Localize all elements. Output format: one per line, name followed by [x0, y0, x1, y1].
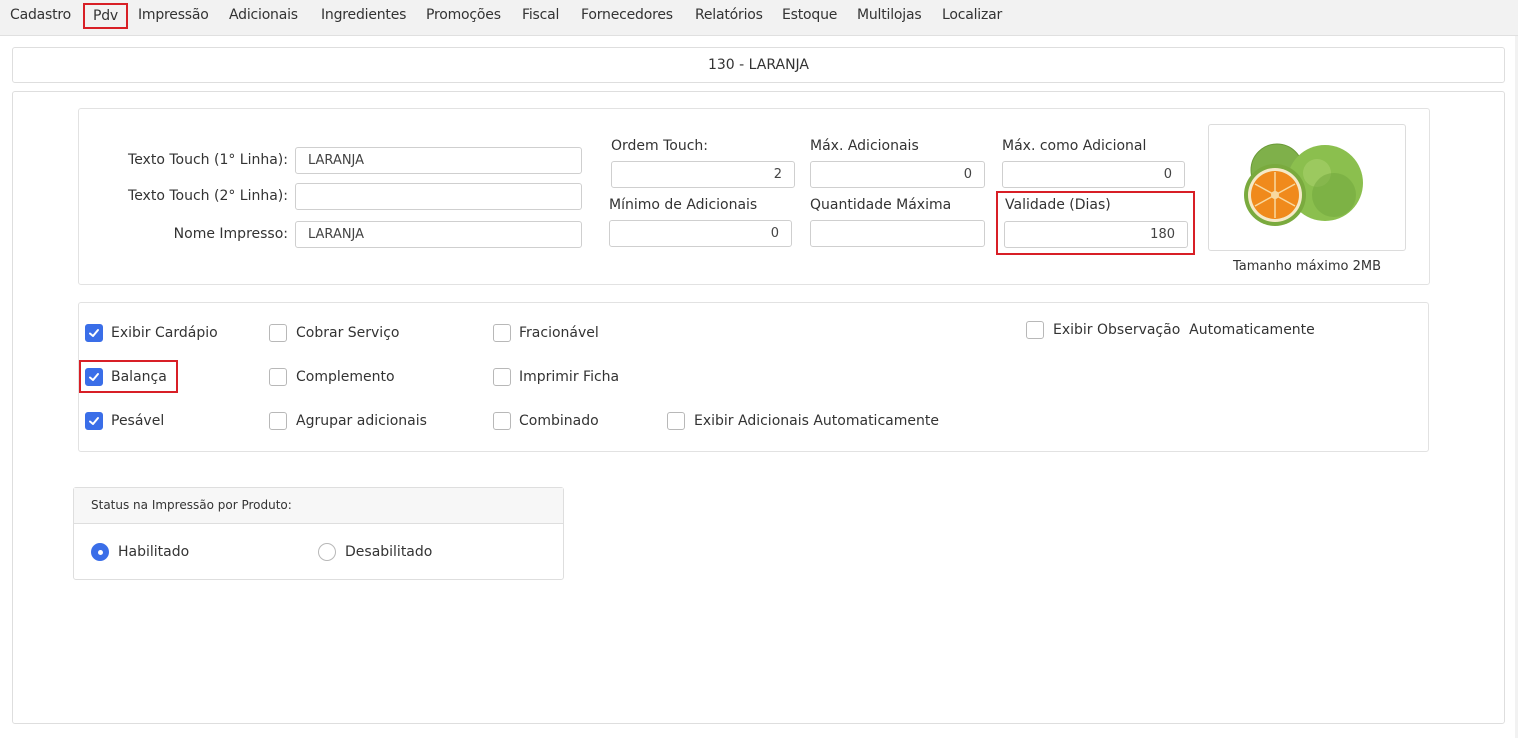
- tab-cadastro[interactable]: Cadastro: [10, 6, 71, 24]
- tab-relatorios[interactable]: Relatórios: [695, 6, 763, 24]
- tab-localizar[interactable]: Localizar: [942, 6, 1002, 24]
- print-status-card: Status na Impressão por Produto: Habilit…: [73, 487, 564, 580]
- agrupar-adicionais-checkbox[interactable]: [269, 412, 287, 430]
- tab-estoque[interactable]: Estoque: [782, 6, 837, 24]
- max-adicionais-label: Máx. Adicionais: [810, 138, 919, 154]
- tab-fornecedores[interactable]: Fornecedores: [581, 6, 673, 24]
- tab-multilojas[interactable]: Multilojas: [857, 6, 922, 24]
- image-size-caption: Tamanho máximo 2MB: [1232, 259, 1382, 274]
- pesavel-checkbox[interactable]: [85, 412, 103, 430]
- qtd-maxima-input[interactable]: [810, 220, 985, 247]
- pesavel-label: Pesável: [111, 413, 165, 429]
- agrupar-adicionais-label: Agrupar adicionais: [296, 413, 427, 429]
- complemento-checkbox[interactable]: [269, 368, 287, 386]
- validade-label: Validade (Dias): [1005, 197, 1111, 213]
- exibir-observacao-label: Exibir Observação Automaticamente: [1053, 322, 1315, 338]
- tab-promocoes[interactable]: Promoções: [426, 6, 501, 24]
- max-como-adicional-label: Máx. como Adicional: [1002, 138, 1147, 154]
- fracionavel-label: Fracionável: [519, 325, 599, 341]
- complemento-label: Complemento: [296, 369, 395, 385]
- ordem-touch-input[interactable]: [611, 161, 795, 188]
- balanca-label: Balança: [111, 369, 167, 385]
- touch-line2-label: Texto Touch (2° Linha):: [128, 188, 288, 204]
- imprimir-ficha-label: Imprimir Ficha: [519, 369, 620, 385]
- product-title: 130 - LARANJA: [12, 47, 1505, 83]
- touch-line2-input[interactable]: [295, 183, 582, 210]
- tab-impressao[interactable]: Impressão: [138, 6, 209, 24]
- combinado-checkbox[interactable]: [493, 412, 511, 430]
- imprimir-ficha-checkbox[interactable]: [493, 368, 511, 386]
- desabilitado-radio[interactable]: [318, 543, 336, 561]
- check-icon: [89, 417, 99, 425]
- print-name-input[interactable]: [295, 221, 582, 248]
- tab-ingredientes[interactable]: Ingredientes: [321, 6, 406, 24]
- tab-fiscal[interactable]: Fiscal: [522, 6, 559, 24]
- min-adicionais-label: Mínimo de Adicionais: [609, 197, 758, 213]
- balanca-checkbox[interactable]: [85, 368, 103, 386]
- tab-pdv[interactable]: Pdv: [83, 3, 129, 29]
- habilitado-radio[interactable]: [91, 543, 109, 561]
- touch-line1-input[interactable]: [295, 147, 582, 174]
- fracionavel-checkbox[interactable]: [493, 324, 511, 342]
- top-navigation: Cadastro Pdv Impressão Adicionais Ingred…: [0, 0, 1518, 36]
- min-adicionais-input[interactable]: [609, 220, 792, 247]
- exibir-observacao-checkbox[interactable]: [1026, 321, 1044, 339]
- check-icon: [89, 329, 99, 337]
- ordem-touch-label: Ordem Touch:: [611, 138, 709, 154]
- product-image-upload[interactable]: [1208, 124, 1406, 251]
- tab-adicionais[interactable]: Adicionais: [229, 6, 298, 24]
- cobrar-servico-label: Cobrar Serviço: [296, 325, 400, 341]
- qtd-maxima-label: Quantidade Máxima: [810, 197, 952, 213]
- exibir-adicionais-label: Exibir Adicionais Automaticamente: [694, 413, 939, 429]
- max-como-adicional-input[interactable]: [1002, 161, 1185, 188]
- cobrar-servico-checkbox[interactable]: [269, 324, 287, 342]
- desabilitado-label: Desabilitado: [345, 544, 433, 560]
- validade-input[interactable]: [1004, 221, 1188, 248]
- exibir-cardapio-checkbox[interactable]: [85, 324, 103, 342]
- print-name-label: Nome Impresso:: [173, 226, 288, 242]
- exibir-adicionais-checkbox[interactable]: [667, 412, 685, 430]
- habilitado-label: Habilitado: [118, 544, 190, 560]
- combinado-label: Combinado: [519, 413, 599, 429]
- print-status-title: Status na Impressão por Produto:: [74, 488, 563, 524]
- check-icon: [89, 373, 99, 381]
- exibir-cardapio-label: Exibir Cardápio: [111, 325, 218, 341]
- max-adicionais-input[interactable]: [810, 161, 985, 188]
- orange-fruit-icon: [1244, 143, 1363, 226]
- touch-line1-label: Texto Touch (1° Linha):: [128, 152, 288, 168]
